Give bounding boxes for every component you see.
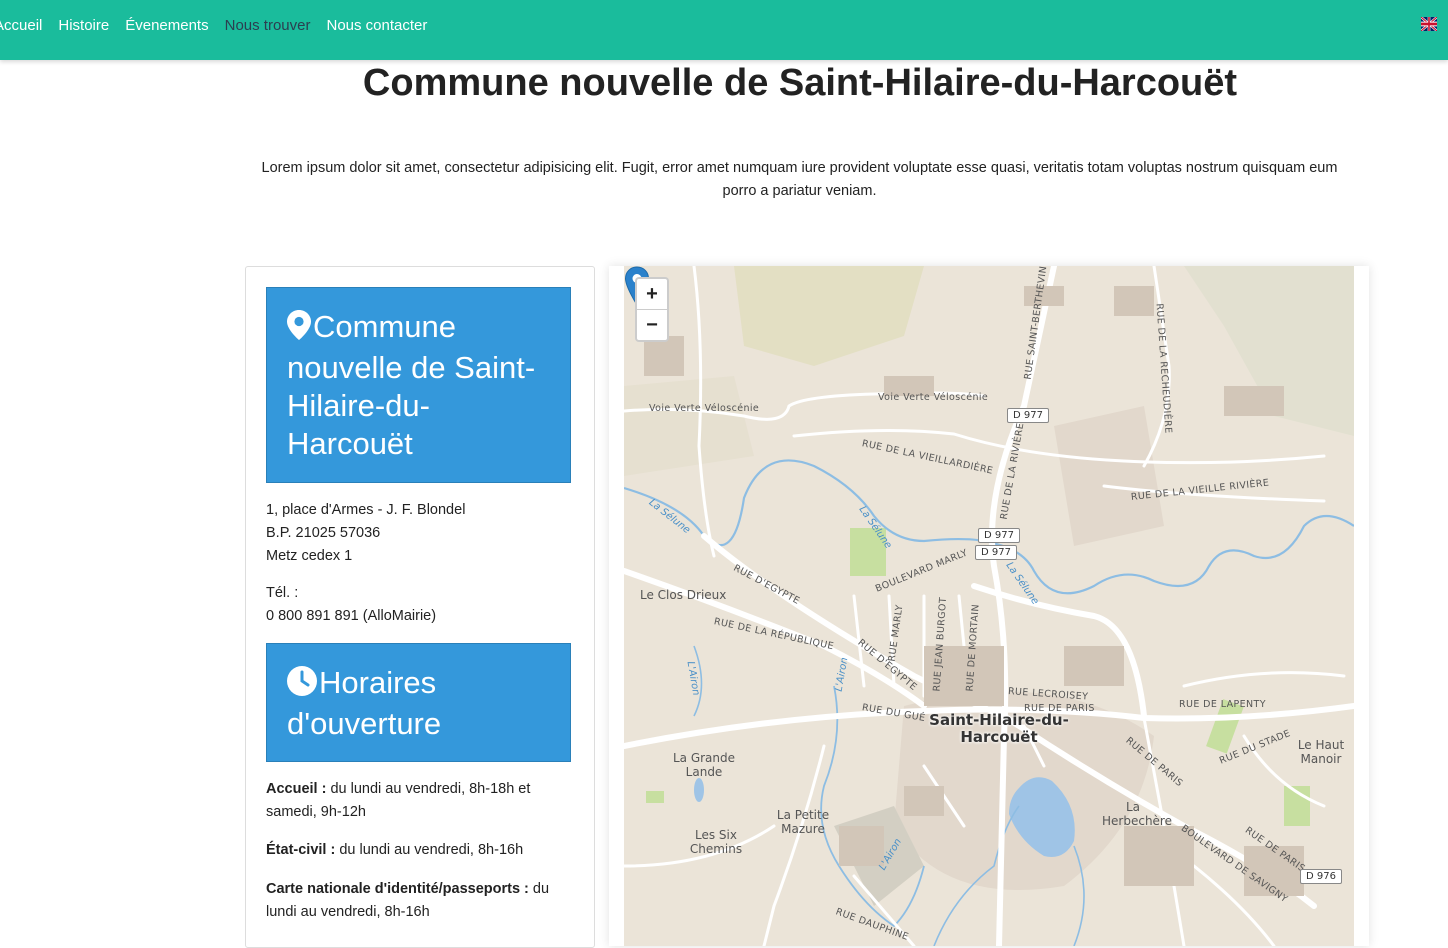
place-label: La Herbechère: [1102, 800, 1172, 828]
road-shield: D 977: [978, 528, 1020, 543]
nav-item-nous-trouver[interactable]: Nous trouver: [225, 17, 311, 34]
address-line: 1, place d'Armes - J. F. Blondel: [266, 502, 466, 518]
hours-value: du lundi au vendredi, 8h-16h: [335, 842, 524, 858]
hours-item: Carte nationale d'identité/passeports : …: [266, 878, 566, 924]
hours-label: État-civil :: [266, 842, 336, 858]
nav-item-histoire[interactable]: Histoire: [58, 17, 109, 34]
street-label: Voie Verte Véloscénie: [649, 403, 760, 414]
street-label: RUE DE LAPENTY: [1179, 699, 1266, 710]
hours-heading-box: Horaires d'ouverture: [266, 643, 571, 762]
road-shield: D 977: [975, 545, 1017, 560]
map[interactable]: + − Voie Verte Véloscénie Voie Verte Vél…: [624, 266, 1354, 946]
nav-item-evenements[interactable]: Évenements: [125, 17, 208, 34]
hours-label: Carte nationale d'identité/passeports :: [266, 881, 529, 897]
road-shield: D 976: [1300, 869, 1342, 884]
uk-flag-icon[interactable]: [1421, 17, 1437, 31]
map-marker-icon: [287, 310, 311, 349]
page-title: Commune nouvelle de Saint-Hilaire-du-Har…: [362, 62, 1238, 104]
place-label: La Grande Lande: [672, 751, 736, 779]
hours-item: État-civil : du lundi au vendredi, 8h-16…: [266, 839, 566, 862]
place-label: La Petite Mazure: [776, 808, 830, 836]
street-label: Voie Verte Véloscénie: [878, 392, 989, 403]
zoom-in-button[interactable]: +: [637, 279, 667, 309]
map-container: + − Voie Verte Véloscénie Voie Verte Vél…: [609, 266, 1369, 946]
address-line: B.P. 21025 57036: [266, 525, 381, 541]
hours-item: Accueil : du lundi au vendredi, 8h-18h e…: [266, 778, 566, 824]
hours-label: Accueil :: [266, 781, 327, 797]
nav-item-accueil[interactable]: Accueil: [0, 17, 42, 34]
clock-icon: [287, 666, 317, 705]
town-label: Saint-Hilaire-du-Harcouët: [929, 711, 1069, 746]
phone-number[interactable]: 0 800 891 891 (AlloMairie): [266, 605, 436, 628]
commune-heading-box: Commune nouvelle de Saint-Hilaire-du-Har…: [266, 287, 571, 483]
place-label: Le Clos Drieux: [640, 588, 727, 602]
intro-text: Lorem ipsum dolor sit amet, consectetur …: [261, 160, 1338, 199]
contact-info-card: Commune nouvelle de Saint-Hilaire-du-Har…: [245, 266, 595, 948]
commune-heading: Commune nouvelle de Saint-Hilaire-du-Har…: [287, 309, 536, 461]
phone-block: Tél. : 0 800 891 891 (AlloMairie): [266, 582, 436, 628]
top-navbar: Accueil Histoire Évenements Nous trouver…: [0, 0, 1448, 60]
phone-label: Tél. :: [266, 585, 299, 601]
zoom-control: + −: [635, 277, 669, 342]
place-label: Le Haut Manoir: [1297, 738, 1345, 766]
address-block: 1, place d'Armes - J. F. Blondel B.P. 21…: [266, 499, 465, 568]
nav-item-nous-contacter[interactable]: Nous contacter: [326, 17, 427, 34]
place-label: Les Six Chemins: [689, 828, 743, 856]
address-line: Metz cedex 1: [266, 548, 353, 564]
zoom-out-button[interactable]: −: [637, 309, 667, 340]
road-shield: D 977: [1007, 408, 1049, 423]
nav-menu: Accueil Histoire Évenements Nous trouver…: [0, 0, 443, 50]
